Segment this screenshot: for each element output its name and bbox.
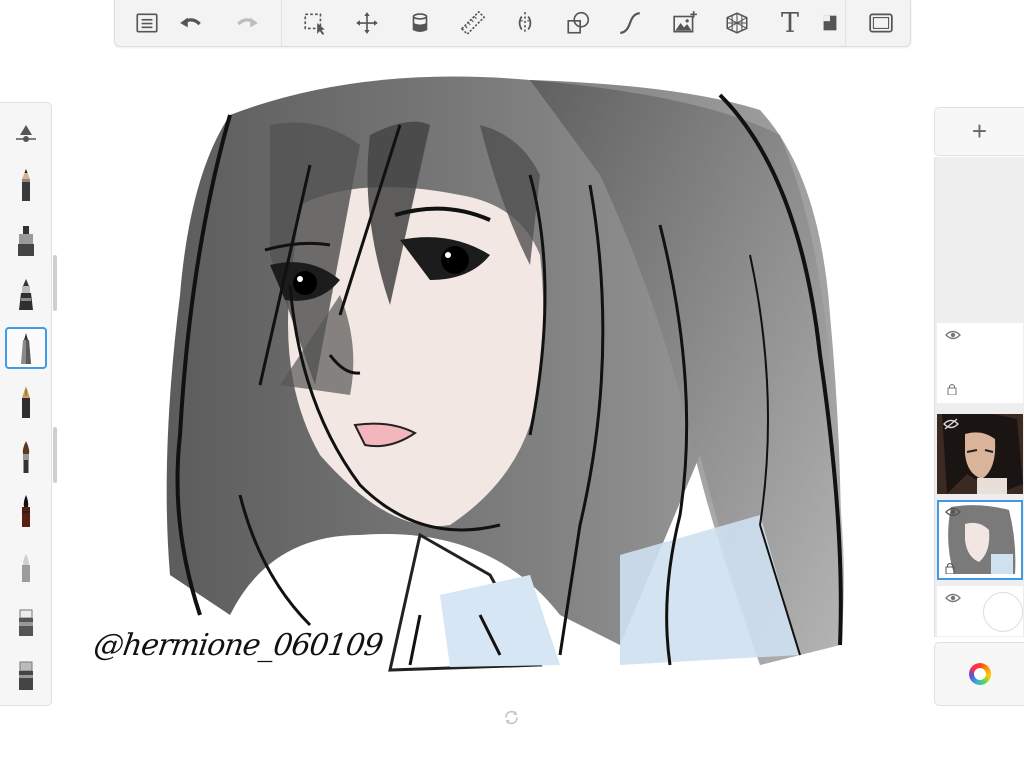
layer-thumbnail-icon[interactable] [819, 5, 841, 41]
drawing-canvas[interactable] [60, 55, 926, 695]
airbrush-icon[interactable] [5, 273, 47, 315]
marker-icon[interactable] [5, 219, 47, 261]
hard-eraser-icon[interactable] [5, 653, 47, 695]
layer-reference-photo[interactable] [937, 414, 1023, 494]
eye-hidden-icon[interactable] [943, 418, 959, 430]
add-layer-button[interactable]: + [934, 107, 1024, 156]
eye-icon[interactable] [945, 592, 961, 604]
anime-girl-drawing [166, 76, 844, 672]
perspective-grid-icon[interactable] [719, 5, 755, 41]
add-image-icon[interactable] [667, 5, 703, 41]
layer-drawing[interactable] [937, 500, 1023, 580]
layer-background[interactable] [937, 586, 1023, 636]
fill-bucket-icon[interactable] [402, 5, 438, 41]
layer-empty[interactable] [937, 323, 1023, 403]
lock-icon[interactable] [945, 562, 955, 574]
smudge-icon[interactable] [5, 545, 47, 587]
brush-scroll-grip-top[interactable] [53, 255, 57, 311]
layer-stack [934, 157, 1024, 637]
background-color-swatch[interactable] [983, 592, 1023, 632]
brush-size-opacity-icon[interactable] [5, 110, 47, 152]
fountain-pen-icon[interactable] [5, 381, 47, 423]
lock-icon[interactable] [947, 383, 957, 395]
text-icon[interactable]: T [772, 5, 808, 41]
pencil-icon[interactable] [5, 164, 47, 206]
curve-icon[interactable] [612, 5, 648, 41]
rotate-canvas-icon[interactable] [503, 709, 520, 726]
brush-palette [0, 102, 52, 706]
shapes-icon[interactable] [560, 5, 596, 41]
brush-scroll-grip-bottom[interactable] [53, 427, 57, 483]
paintbrush-icon[interactable] [5, 436, 47, 478]
move-icon[interactable] [349, 5, 385, 41]
eye-icon[interactable] [945, 506, 961, 518]
artist-signature: @hermione_060109 [91, 628, 385, 663]
ruler-icon[interactable] [455, 5, 491, 41]
layers-panel: + [934, 107, 1024, 707]
selection-icon[interactable] [297, 5, 333, 41]
color-picker-button[interactable] [934, 642, 1024, 706]
ink-brush-icon[interactable] [5, 490, 47, 532]
list-icon[interactable] [129, 5, 165, 41]
top-toolbar: T [114, 0, 911, 47]
eye-icon[interactable] [945, 329, 961, 341]
undo-icon[interactable] [173, 5, 209, 41]
redo-icon[interactable] [229, 5, 265, 41]
eraser-icon[interactable] [5, 599, 47, 641]
fullscreen-icon[interactable] [863, 5, 899, 41]
symmetry-icon[interactable] [507, 5, 543, 41]
color-wheel-icon [968, 663, 991, 685]
ballpoint-pen-icon[interactable] [5, 327, 47, 369]
